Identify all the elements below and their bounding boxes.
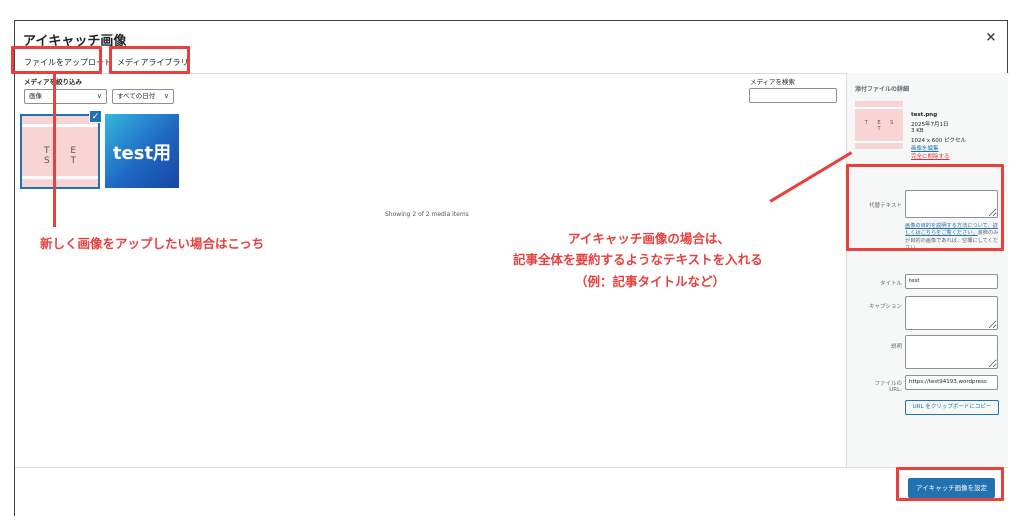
media-type-select[interactable]: 画像 ∨ bbox=[24, 89, 107, 104]
alt-text-help: 画像の目的を説明する方法について、詳しくはこちらをご覧ください。装飾のみが目的の… bbox=[905, 223, 999, 252]
media-count-text: Showing 2 of 2 media items bbox=[385, 211, 469, 218]
annotation-featured-note-line-1: アイキャッチ画像の場合は、 bbox=[568, 231, 730, 246]
date-filter-value: すべての日付 bbox=[117, 92, 156, 100]
close-icon[interactable]: × bbox=[983, 30, 999, 46]
file-name: test.png bbox=[911, 112, 938, 118]
annotation-upload-note: 新しく画像をアップしたい場合はこっち bbox=[40, 236, 265, 251]
media-type-value: 画像 bbox=[29, 92, 42, 100]
selected-check-icon[interactable]: ✓ bbox=[89, 110, 102, 123]
caption-label: キャプション bbox=[868, 304, 902, 310]
date-filter-select[interactable]: すべての日付 ∨ bbox=[112, 89, 174, 104]
title-label: タイトル bbox=[879, 281, 902, 287]
description-input[interactable] bbox=[905, 335, 998, 369]
chevron-down-icon: ∨ bbox=[96, 92, 102, 100]
thumb-band bbox=[855, 107, 903, 109]
annotation-featured-note-line-2: 記事全体を要約するようなテキストを入れる bbox=[513, 252, 763, 267]
upload-date: 2025年7月1日 bbox=[911, 122, 949, 128]
alt-text-input[interactable] bbox=[905, 190, 998, 218]
featured-image-modal: アイキャッチ画像 × ファイルをアップロード メディアライブラリ メディアを絞り… bbox=[14, 20, 1009, 516]
thumb-band bbox=[855, 141, 903, 143]
title-input[interactable]: test bbox=[905, 274, 998, 289]
modal-title: アイキャッチ画像 bbox=[23, 34, 127, 49]
screenshot-stage: アイキャッチ画像 × ファイルをアップロード メディアライブラリ メディアを絞り… bbox=[0, 0, 1024, 531]
delete-permanently-link[interactable]: 完全に削除する bbox=[911, 152, 950, 160]
tab-upload-files[interactable]: ファイルをアップロード bbox=[24, 57, 112, 68]
modal-footer bbox=[15, 467, 1008, 516]
attachment-details-panel: 添付ファイルの詳細 T E S T test.png 2025年7月1日 3 K… bbox=[846, 73, 1008, 467]
details-heading: 添付ファイルの詳細 bbox=[855, 86, 910, 93]
thumb-text: T E S T bbox=[43, 146, 86, 166]
filter-label: メディアを絞り込み bbox=[24, 78, 83, 86]
description-label: 説明 bbox=[890, 344, 902, 350]
thumb-band bbox=[22, 176, 98, 179]
search-label: メディアを検索 bbox=[750, 78, 796, 86]
media-item-test-you[interactable]: test用 bbox=[105, 114, 179, 188]
chevron-down-icon: ∨ bbox=[163, 92, 169, 100]
thumb-text: T E S T bbox=[864, 120, 898, 132]
alt-text-label: 代替テキスト bbox=[869, 203, 902, 209]
image-dimensions: 1024 x 600 ピクセル bbox=[911, 138, 966, 144]
set-featured-image-button[interactable]: アイキャッチ画像を設定 bbox=[908, 478, 995, 498]
edit-image-link[interactable]: 画像を編集 bbox=[911, 144, 939, 152]
thumb-text: test用 bbox=[112, 143, 172, 164]
tab-media-library[interactable]: メディアライブラリ bbox=[117, 57, 188, 68]
caption-input[interactable] bbox=[905, 296, 998, 330]
detail-thumbnail: T E S T bbox=[855, 101, 903, 149]
file-size: 3 KB bbox=[911, 128, 924, 134]
file-url-input[interactable]: https://test94193.wordpress bbox=[905, 375, 998, 390]
file-url-label-suffix: URL: bbox=[889, 387, 902, 393]
annotation-featured-note-line-3: （例：記事タイトルなど） bbox=[575, 274, 726, 289]
search-input[interactable] bbox=[749, 88, 837, 103]
thumb-band bbox=[22, 124, 98, 127]
media-item-test-png[interactable]: T E S T bbox=[20, 114, 100, 189]
file-url-label: ファイルの bbox=[874, 381, 902, 387]
copy-url-button[interactable]: URL をクリップボードにコピー bbox=[905, 400, 999, 415]
